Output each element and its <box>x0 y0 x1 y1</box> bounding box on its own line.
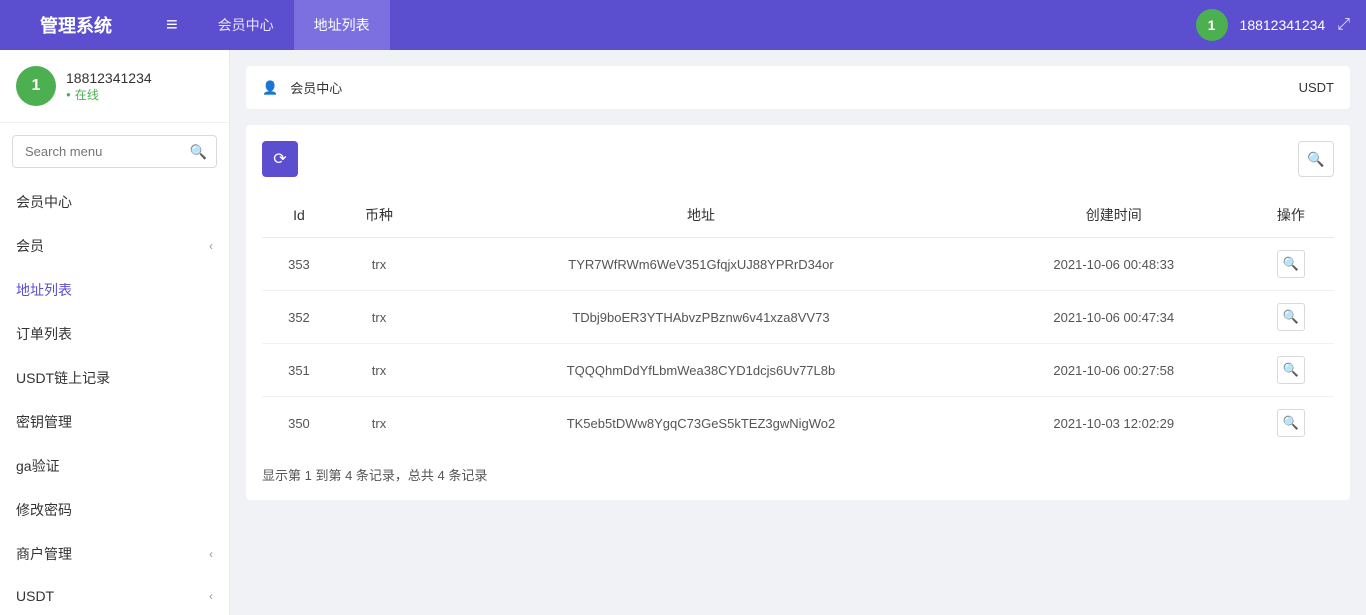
nav-item-members[interactable]: 会员中心 <box>198 0 294 50</box>
cell-currency: trx <box>336 238 422 291</box>
table-row: 352 trx TDbj9boER3YTHAbvzPBznw6v41xza8VV… <box>262 291 1334 344</box>
sidebar: 1 18812341234 在线 🔍 会员中心 会员 ‹ 地址列表 订单列表 <box>0 50 230 615</box>
cell-address: TDbj9boER3YTHAbvzPBznw6v41xza8VV73 <box>422 291 980 344</box>
currency-label: USDT <box>1299 80 1334 95</box>
header-username: 18812341234 <box>1240 17 1326 33</box>
nav-item-address-list[interactable]: 地址列表 <box>294 0 390 50</box>
breadcrumb: 👤 会员中心 USDT <box>246 66 1350 109</box>
cell-id: 350 <box>262 397 336 450</box>
refresh-button[interactable]: ⟳ <box>262 141 298 177</box>
sidebar-item-merchant-management[interactable]: 商户管理 ‹ <box>0 532 229 576</box>
cell-currency: trx <box>336 291 422 344</box>
cell-id: 351 <box>262 344 336 397</box>
main-layout: 1 18812341234 在线 🔍 会员中心 会员 ‹ 地址列表 订单列表 <box>0 50 1366 615</box>
app-logo: 管理系统 <box>16 12 136 38</box>
col-id: Id <box>262 193 336 238</box>
top-nav-links: 会员中心 地址列表 <box>198 0 390 50</box>
search-box: 🔍 <box>12 135 217 168</box>
breadcrumb-link[interactable]: 会员中心 <box>290 78 342 97</box>
sidebar-item-member-center[interactable]: 会员中心 <box>0 180 229 224</box>
cell-currency: trx <box>336 397 422 450</box>
table-search-button[interactable]: 🔍 <box>1298 141 1334 177</box>
sidebar-item-address-list[interactable]: 地址列表 <box>0 268 229 312</box>
sidebar-item-order-list[interactable]: 订单列表 <box>0 312 229 356</box>
sidebar-item-usdt-chain[interactable]: USDT链上记录 <box>0 356 229 400</box>
cell-address: TK5eb5tDWw8YgqC73GeS5kTEZ3gwNigWo2 <box>422 397 980 450</box>
user-phone: 18812341234 <box>66 70 152 86</box>
action-search-button[interactable]: 🔍 <box>1277 409 1305 437</box>
cell-address: TYR7WfRWm6WeV351GfqjxUJ88YPRrD34or <box>422 238 980 291</box>
cell-action: 🔍 <box>1248 238 1334 291</box>
cell-currency: trx <box>336 344 422 397</box>
table-toolbar: ⟳ 🔍 <box>262 141 1334 177</box>
cell-created: 2021-10-03 12:02:29 <box>980 397 1248 450</box>
cell-created: 2021-10-06 00:48:33 <box>980 238 1248 291</box>
chevron-left-icon-merchant: ‹ <box>209 547 213 561</box>
action-search-button[interactable]: 🔍 <box>1277 356 1305 384</box>
user-details: 18812341234 在线 <box>66 70 152 103</box>
col-currency: 币种 <box>336 193 422 238</box>
search-icon: 🔍 <box>190 143 207 160</box>
table-row: 353 trx TYR7WfRWm6WeV351GfqjxUJ88YPRrD34… <box>262 238 1334 291</box>
table-row: 350 trx TK5eb5tDWw8YgqC73GeS5kTEZ3gwNigW… <box>262 397 1334 450</box>
table-row: 351 trx TQQQhmDdYfLbmWea38CYD1dcjs6Uv77L… <box>262 344 1334 397</box>
col-address: 地址 <box>422 193 980 238</box>
pagination-info: 显示第 1 到第 4 条记录，总共 4 条记录 <box>262 465 1334 484</box>
top-nav: 管理系统 ≡ 会员中心 地址列表 1 18812341234 ⤢ <box>0 0 1366 50</box>
cell-action: 🔍 <box>1248 291 1334 344</box>
sidebar-item-member[interactable]: 会员 ‹ <box>0 224 229 268</box>
user-status: 在线 <box>66 86 152 103</box>
header-right: 1 18812341234 ⤢ <box>1196 9 1350 41</box>
cell-id: 352 <box>262 291 336 344</box>
chevron-left-icon-usdt: ‹ <box>209 589 213 603</box>
cell-action: 🔍 <box>1248 344 1334 397</box>
sidebar-item-ga-verify[interactable]: ga验证 <box>0 444 229 488</box>
sidebar-user-info: 1 18812341234 在线 <box>0 50 229 123</box>
header-avatar: 1 <box>1196 9 1228 41</box>
cell-created: 2021-10-06 00:27:58 <box>980 344 1248 397</box>
sidebar-item-usdt[interactable]: USDT ‹ <box>0 576 229 615</box>
address-table: Id 币种 地址 创建时间 操作 353 trx TYR7WfRWm6WeV35… <box>262 193 1334 449</box>
cell-action: 🔍 <box>1248 397 1334 450</box>
action-search-button[interactable]: 🔍 <box>1277 250 1305 278</box>
cell-id: 353 <box>262 238 336 291</box>
action-search-button[interactable]: 🔍 <box>1277 303 1305 331</box>
sidebar-item-key-management[interactable]: 密钥管理 <box>0 400 229 444</box>
table-container: ⟳ 🔍 Id 币种 地址 创建时间 操作 353 trx TYR7WfRWm6W <box>246 125 1350 500</box>
sidebar-menu: 会员中心 会员 ‹ 地址列表 订单列表 USDT链上记录 密钥管理 ga验证 <box>0 180 229 615</box>
user-icon: 👤 <box>262 80 278 96</box>
hamburger-icon[interactable]: ≡ <box>166 14 178 37</box>
col-created: 创建时间 <box>980 193 1248 238</box>
expand-icon[interactable]: ⤢ <box>1337 16 1350 34</box>
cell-address: TQQQhmDdYfLbmWea38CYD1dcjs6Uv77L8b <box>422 344 980 397</box>
chevron-down-icon: ‹ <box>209 239 213 253</box>
sidebar-avatar: 1 <box>16 66 56 106</box>
col-action: 操作 <box>1248 193 1334 238</box>
cell-created: 2021-10-06 00:47:34 <box>980 291 1248 344</box>
sidebar-item-change-password[interactable]: 修改密码 <box>0 488 229 532</box>
content-area: 👤 会员中心 USDT ⟳ 🔍 Id 币种 地址 创建时间 操作 <box>230 50 1366 615</box>
search-input[interactable] <box>12 135 217 168</box>
